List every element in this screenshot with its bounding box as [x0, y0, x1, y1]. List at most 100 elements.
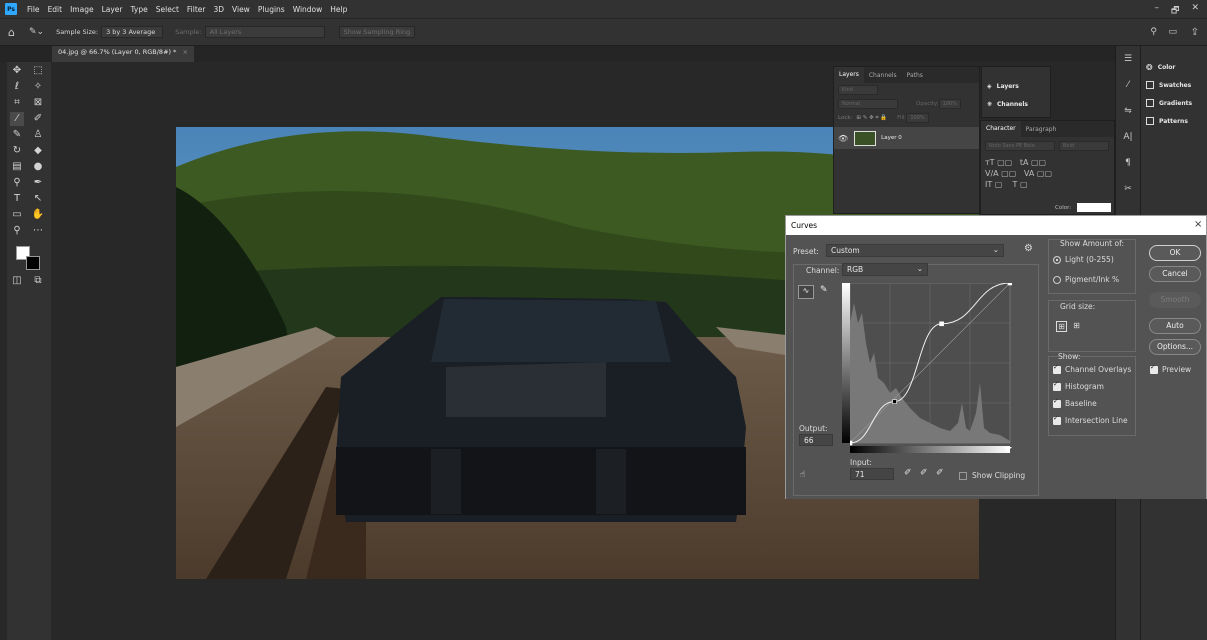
brush-settings-icon[interactable]: ⁄: [1116, 72, 1140, 98]
baseline-option[interactable]: Baseline: [1053, 397, 1097, 408]
restore-icon[interactable]: 🗗: [1171, 3, 1179, 19]
move-tool-icon[interactable]: ✥: [10, 64, 24, 78]
auto-button[interactable]: Auto: [1149, 318, 1201, 334]
curve-pencil-icon[interactable]: ✎: [820, 285, 828, 295]
menu-file[interactable]: File: [23, 5, 44, 14]
menu-select[interactable]: Select: [152, 5, 183, 14]
channel-overlays-option[interactable]: Channel Overlays: [1053, 363, 1131, 374]
cancel-button[interactable]: Cancel: [1149, 266, 1201, 282]
photoshop-logo-icon[interactable]: Ps: [5, 3, 17, 15]
type-tool-icon[interactable]: T: [10, 192, 24, 206]
search-icon[interactable]: ⚲: [1150, 27, 1157, 37]
channel-select[interactable]: RGB ⌄: [842, 263, 928, 276]
menu-filter[interactable]: Filter: [183, 5, 210, 14]
mini-panel-layers[interactable]: ◈ Layers: [982, 77, 1050, 95]
eyedropper-tool-icon[interactable]: ✎⌄: [29, 27, 44, 37]
light-option[interactable]: Light (0-255): [1053, 255, 1114, 264]
layer-name[interactable]: Layer 0: [881, 135, 902, 141]
screen-mode-icon[interactable]: ⧉: [31, 274, 45, 288]
histogram-option[interactable]: Histogram: [1053, 380, 1104, 391]
tools-icon[interactable]: ✂: [1116, 176, 1140, 202]
menu-3d[interactable]: 3D: [209, 5, 228, 14]
input-input[interactable]: 71: [850, 468, 894, 480]
channel-overlays-checkbox[interactable]: [1053, 363, 1061, 374]
stamp-tool-icon[interactable]: ♙: [31, 128, 45, 142]
tab-paths[interactable]: Paths: [902, 72, 928, 79]
lock-icons[interactable]: ⊞ ✎ ✥ ⌗ 🔒: [856, 115, 887, 122]
paragraph-icon[interactable]: ¶: [1116, 150, 1140, 176]
fill-input[interactable]: 100%: [906, 113, 929, 123]
preset-options-gear-icon[interactable]: ⚙: [1024, 243, 1033, 254]
path-selection-icon[interactable]: ↖: [31, 192, 45, 206]
crop-tool-icon[interactable]: ⌗: [10, 96, 24, 110]
pigment-option[interactable]: Pigment/Ink %: [1053, 275, 1119, 284]
healing-brush-icon[interactable]: ✐: [31, 112, 45, 126]
curve-point[interactable]: [1007, 283, 1012, 286]
layers-kind-select[interactable]: Kind: [838, 85, 878, 95]
tab-layers[interactable]: Layers: [834, 67, 864, 83]
eraser-tool-icon[interactable]: ◆: [31, 144, 45, 158]
preset-select[interactable]: Custom ⌄: [826, 244, 1004, 257]
blur-tool-icon[interactable]: ●: [31, 160, 45, 174]
grid-simple-icon[interactable]: ⊞: [1056, 321, 1067, 332]
show-clipping-checkbox[interactable]: [959, 472, 967, 480]
grid-detailed-icon[interactable]: ⊞: [1071, 321, 1082, 332]
mini-panel-channels[interactable]: ❋ Channels: [982, 95, 1050, 113]
black-eyedropper-icon[interactable]: ✐: [904, 468, 912, 478]
panel-swatches[interactable]: Swatches: [1141, 76, 1207, 94]
pigment-radio[interactable]: [1053, 276, 1061, 284]
adjustments-icon[interactable]: ☰: [1116, 46, 1140, 72]
dodge-tool-icon[interactable]: ⚲: [10, 176, 24, 190]
light-radio[interactable]: [1053, 256, 1061, 264]
sample-select[interactable]: All Layers: [204, 26, 325, 38]
zoom-tool-icon[interactable]: ⚲: [10, 224, 24, 238]
visibility-eye-icon[interactable]: 👁: [838, 134, 848, 143]
tab-paragraph[interactable]: Paragraph: [1021, 126, 1062, 133]
quick-mask-icon[interactable]: ◫: [10, 274, 24, 288]
menu-layer[interactable]: Layer: [98, 5, 127, 14]
curve-point-mode-icon[interactable]: ∿: [798, 285, 814, 299]
character-settings-icons[interactable]: ᴛT ▢▢ tA ▢▢ V/A ▢▢ VA ▢▢ IT ▢ T ▢: [981, 155, 1114, 192]
menu-plugins[interactable]: Plugins: [254, 5, 289, 14]
properties-icon[interactable]: ⇋: [1116, 98, 1140, 124]
text-color-swatch[interactable]: [1077, 203, 1111, 212]
tab-character[interactable]: Character: [981, 121, 1021, 137]
preview-option[interactable]: Preview: [1150, 363, 1191, 374]
panel-gradients[interactable]: Gradients: [1141, 94, 1207, 112]
marquee-tool-icon[interactable]: ⬚: [31, 64, 45, 78]
curve-point[interactable]: [850, 440, 853, 446]
menu-help[interactable]: Help: [326, 5, 351, 14]
opacity-input[interactable]: 100%: [938, 99, 961, 109]
background-color-swatch[interactable]: [26, 256, 40, 270]
home-icon[interactable]: ⌂: [8, 26, 15, 39]
share-icon[interactable]: ⇪: [1191, 27, 1199, 38]
gray-eyedropper-icon[interactable]: ✐: [920, 468, 928, 478]
rectangle-tool-icon[interactable]: ▭: [10, 208, 24, 222]
panel-patterns[interactable]: Patterns: [1141, 112, 1207, 130]
menu-edit[interactable]: Edit: [44, 5, 67, 14]
preview-checkbox[interactable]: [1150, 363, 1158, 374]
panel-color[interactable]: ❂ Color: [1141, 58, 1207, 76]
menu-window[interactable]: Window: [289, 5, 327, 14]
curve-graph[interactable]: [850, 283, 1012, 453]
hand-tool-icon[interactable]: ✋: [31, 208, 45, 222]
blend-mode-select[interactable]: Normal: [838, 99, 898, 109]
tab-channels[interactable]: Channels: [864, 72, 902, 79]
menu-view[interactable]: View: [228, 5, 254, 14]
targeted-adjustment-icon[interactable]: ☝: [800, 470, 805, 480]
baseline-checkbox[interactable]: [1053, 397, 1061, 408]
pen-tool-icon[interactable]: ✒: [31, 176, 45, 190]
layer-row[interactable]: 👁 Layer 0: [834, 127, 979, 149]
menu-image[interactable]: Image: [66, 5, 98, 14]
history-brush-icon[interactable]: ↻: [10, 144, 24, 158]
histogram-checkbox[interactable]: [1053, 380, 1061, 391]
font-family-select[interactable]: Noto Sans PE Bolo: [985, 141, 1055, 151]
eyedropper-icon[interactable]: ⁄: [10, 112, 24, 126]
intersection-line-checkbox[interactable]: [1053, 414, 1061, 425]
document-tab[interactable]: 04.jpg @ 66.7% (Layer 0, RGB/8#) * ×: [52, 46, 194, 62]
lasso-tool-icon[interactable]: ℓ: [10, 80, 24, 94]
close-icon[interactable]: ✕: [1191, 3, 1199, 19]
workspace-icon[interactable]: ▭: [1168, 27, 1177, 37]
more-tools-icon[interactable]: ⋯: [31, 224, 45, 238]
ok-button[interactable]: OK: [1149, 245, 1201, 261]
